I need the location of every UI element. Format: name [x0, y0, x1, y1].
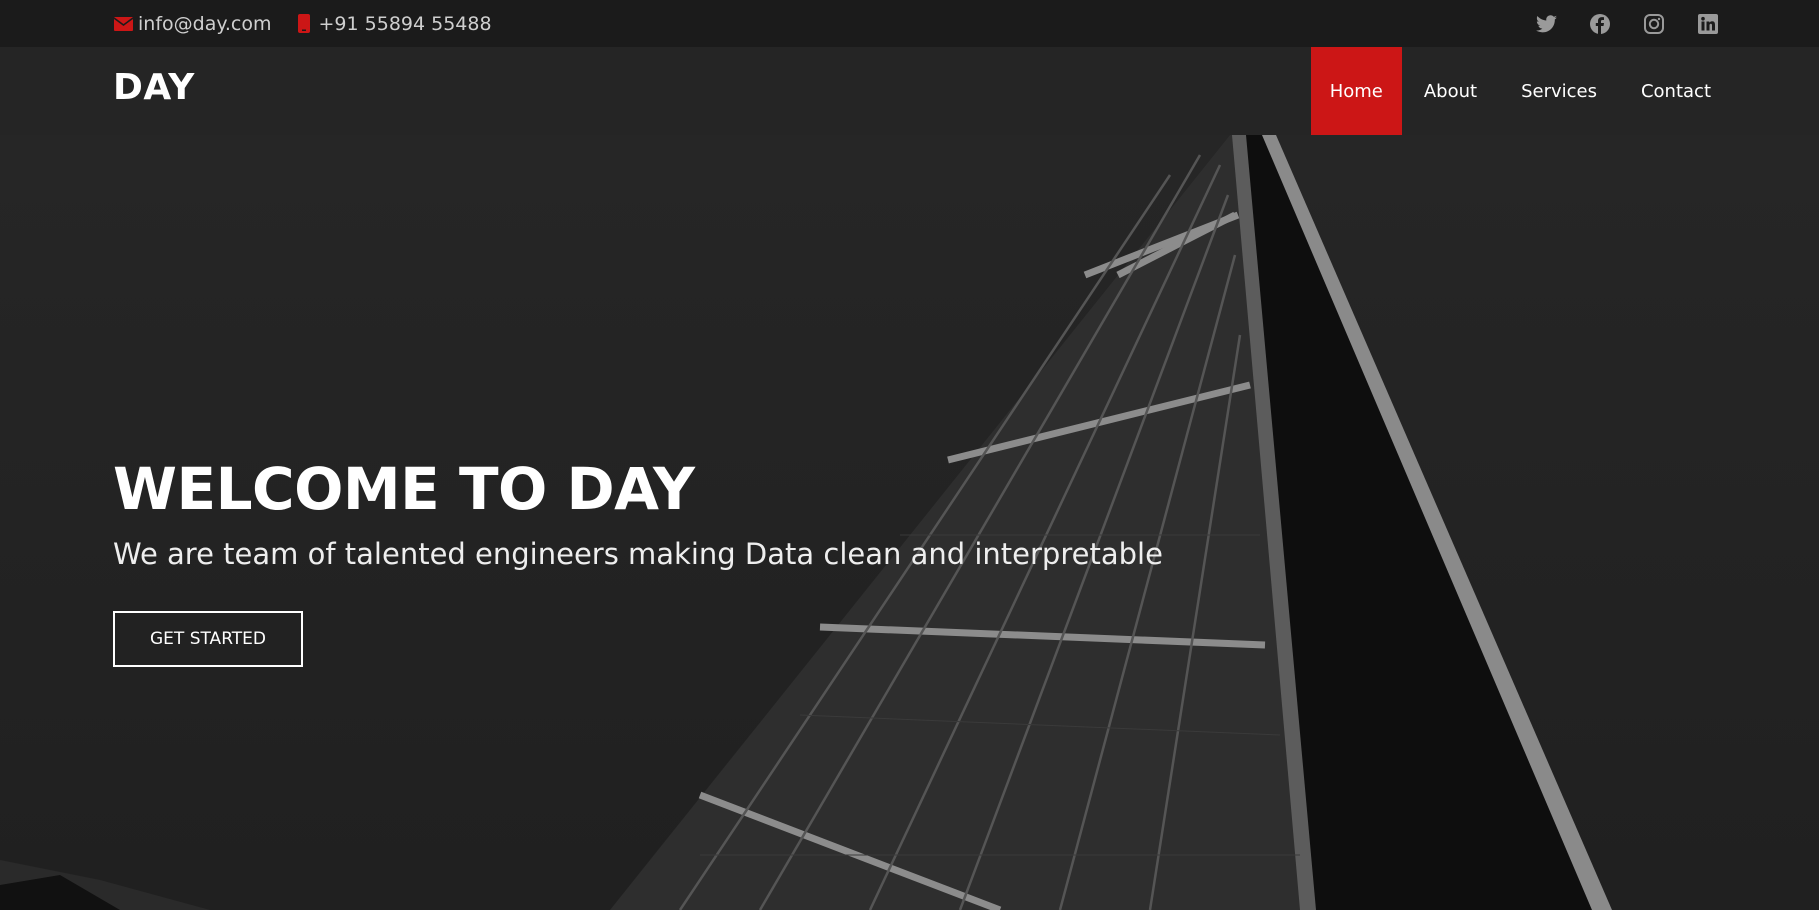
main-nav: Home About Services Contact: [1310, 47, 1733, 135]
twitter-icon[interactable]: [1535, 13, 1557, 35]
email-text[interactable]: info@day.com: [138, 13, 272, 35]
phone-text[interactable]: +91 55894 55488: [319, 13, 492, 35]
envelope-icon: [113, 14, 133, 34]
phone-contact[interactable]: +91 55894 55488: [294, 13, 492, 35]
hero-subtitle: We are team of talented engineers making…: [113, 537, 1163, 571]
hero-section: WELCOME TO DAY We are team of talented e…: [0, 135, 1819, 910]
main-header: DAY Home About Services Contact: [0, 47, 1819, 135]
contact-info: info@day.com +91 55894 55488: [113, 0, 514, 47]
hero-content: WELCOME TO DAY We are team of talented e…: [113, 455, 1163, 667]
nav-item-about[interactable]: About: [1402, 47, 1499, 135]
email-contact[interactable]: info@day.com: [113, 13, 272, 35]
nav-item-contact[interactable]: Contact: [1619, 47, 1733, 135]
nav-item-home[interactable]: Home: [1310, 47, 1402, 135]
phone-icon: [294, 14, 314, 34]
nav-item-services[interactable]: Services: [1499, 47, 1619, 135]
get-started-button[interactable]: GET STARTED: [113, 611, 303, 667]
linkedin-icon[interactable]: [1697, 13, 1719, 35]
top-bar: info@day.com +91 55894 55488: [0, 0, 1819, 47]
social-links: [1503, 0, 1719, 47]
site-logo[interactable]: DAY: [113, 67, 195, 108]
facebook-icon[interactable]: [1589, 13, 1611, 35]
hero-title: WELCOME TO DAY: [113, 455, 695, 523]
instagram-icon[interactable]: [1643, 13, 1665, 35]
